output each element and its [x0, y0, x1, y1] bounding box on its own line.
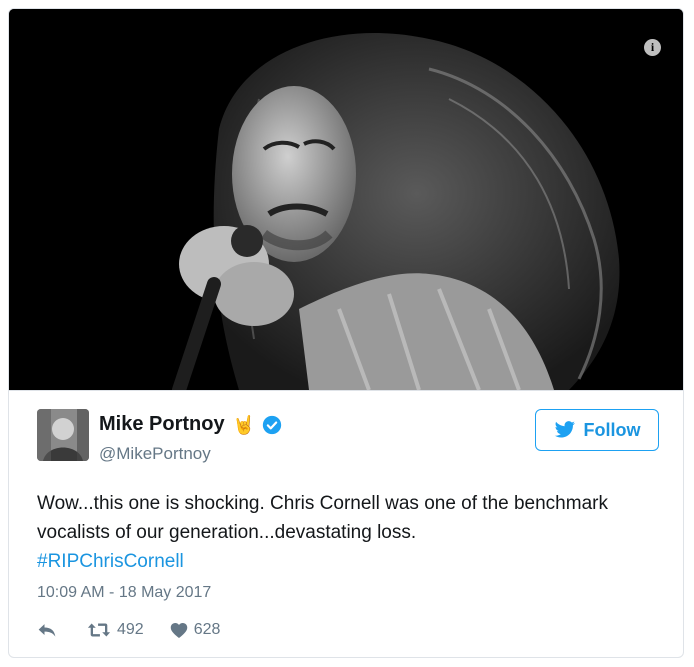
retweet-icon — [87, 623, 111, 637]
avatar-image — [37, 409, 89, 461]
tweet-actions: 492 628 — [37, 621, 220, 639]
like-count: 628 — [193, 621, 221, 638]
tweet-media-image[interactable]: i — [9, 9, 683, 390]
retweet-button[interactable]: 492 — [87, 621, 144, 639]
like-button[interactable]: 628 — [170, 621, 221, 639]
author-handle[interactable]: @MikePortnoy — [99, 444, 211, 464]
tweet-text: Wow...this one is shocking. Chris Cornel… — [37, 489, 657, 576]
tweet-card: i Mike Portnoy 🤘 @MikePortnoy Follow Wow… — [8, 8, 684, 658]
rock-hand-emoji: 🤘 — [232, 414, 255, 435]
reply-button[interactable] — [37, 621, 57, 639]
heart-icon — [170, 622, 187, 638]
retweet-count: 492 — [117, 621, 144, 638]
hashtag-link[interactable]: #RIPChrisCornell — [37, 551, 184, 572]
info-icon[interactable]: i — [644, 39, 661, 56]
singer-photo — [9, 9, 683, 390]
follow-label: Follow — [583, 419, 641, 440]
verified-badge-icon — [262, 415, 282, 434]
media-divider — [9, 390, 683, 391]
tweet-body: Wow...this one is shocking. Chris Cornel… — [37, 493, 608, 543]
follow-button[interactable]: Follow — [535, 409, 659, 451]
reply-icon — [38, 624, 56, 637]
author-name-row: Mike Portnoy 🤘 — [99, 413, 282, 436]
author-name[interactable]: Mike Portnoy — [99, 413, 225, 436]
tweet-timestamp[interactable]: 10:09 AM - 18 May 2017 — [37, 584, 211, 602]
twitter-bird-icon — [554, 421, 575, 438]
author-avatar[interactable] — [37, 409, 89, 461]
